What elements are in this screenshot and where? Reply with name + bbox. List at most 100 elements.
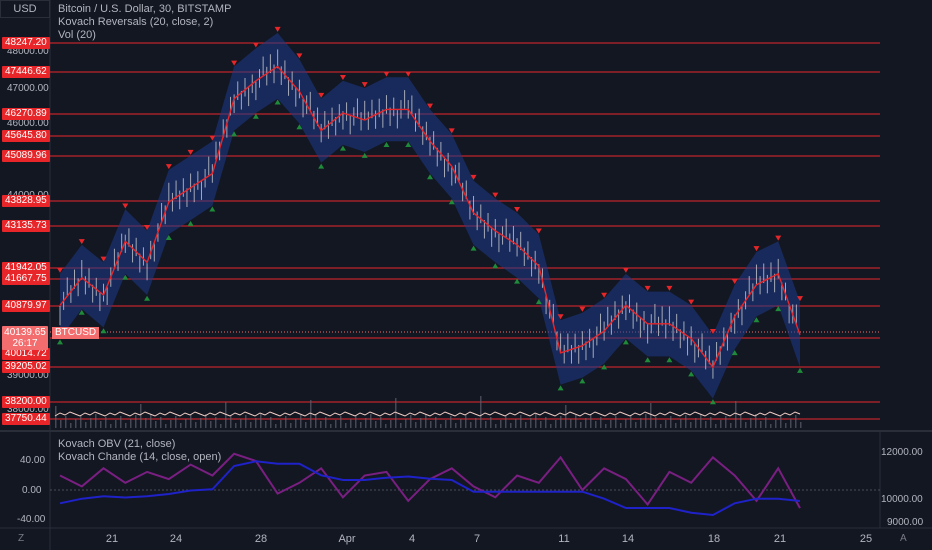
volume-bar	[520, 415, 522, 428]
chart-canvas[interactable]	[0, 0, 932, 550]
volume-bar	[365, 418, 367, 428]
volume-bar	[65, 416, 67, 428]
zoom-reset-button[interactable]: Z	[18, 533, 24, 544]
volume-bar	[265, 421, 267, 428]
volume-bar	[575, 415, 577, 428]
level-label: 39205.02	[2, 361, 50, 373]
volume-bar	[80, 415, 82, 428]
indicator-kovach-obv-label[interactable]: Kovach OBV (21, close)	[58, 438, 221, 451]
volume-bar	[650, 403, 652, 428]
volume-bar	[670, 416, 672, 428]
obv-tick-9000: 9000.00	[887, 517, 924, 528]
volume-bar	[585, 418, 587, 428]
volume-bar	[570, 419, 572, 428]
volume-bar	[360, 422, 362, 428]
volume-bar	[470, 422, 472, 428]
volume-bar	[420, 418, 422, 428]
volume-bar	[800, 422, 802, 428]
volume-bar	[535, 414, 537, 428]
volume-bar	[505, 416, 507, 428]
currency-unit-button[interactable]: USD	[0, 0, 50, 18]
auto-scale-button[interactable]: A	[900, 533, 907, 544]
chande-tick-0: 0.00	[22, 485, 42, 496]
volume-bar	[465, 415, 467, 428]
volume-bar	[150, 414, 152, 428]
volume-bar	[115, 420, 117, 428]
level-label: 43828.95	[2, 195, 50, 207]
indicator-kovach-chande-label[interactable]: Kovach Chande (14, close, open)	[58, 451, 221, 464]
volume-bar	[770, 424, 772, 428]
volume-bar	[635, 422, 637, 428]
volume-bar	[595, 421, 597, 428]
volume-bar	[70, 423, 72, 428]
volume-bar	[625, 419, 627, 428]
volume-bar	[100, 421, 102, 428]
volume-bar	[145, 418, 147, 428]
volume-bar	[325, 417, 327, 428]
volume-bar	[330, 424, 332, 428]
volume-bar	[220, 424, 222, 428]
volume-bar	[275, 424, 277, 428]
volume-bar	[285, 416, 287, 428]
volume-bar	[190, 415, 192, 428]
volume-bar	[230, 416, 232, 428]
volume-bar	[705, 421, 707, 428]
volume-bar	[545, 417, 547, 428]
level-label: 47446.62	[2, 66, 50, 78]
date-tick: 21	[105, 533, 119, 545]
volume-bar	[640, 418, 642, 428]
volume-bar	[750, 418, 752, 428]
volume-bar	[605, 424, 607, 428]
volume-bar	[200, 418, 202, 428]
date-tick: 28	[254, 533, 268, 545]
volume-bar	[495, 424, 497, 428]
volume-bar	[700, 414, 702, 428]
volume-bar	[675, 423, 677, 428]
volume-bar	[600, 417, 602, 428]
volume-bar	[580, 422, 582, 428]
volume-bar	[565, 405, 567, 428]
volume-bar	[785, 423, 787, 428]
volume-bar	[390, 420, 392, 428]
volume-bar	[590, 414, 592, 428]
volume-bar	[645, 414, 647, 428]
volume-bar	[350, 419, 352, 428]
volume-bar	[480, 396, 482, 428]
volume-bar	[500, 420, 502, 428]
level-label: 38200.00	[2, 396, 50, 408]
symbol-title[interactable]: Bitcoin / U.S. Dollar, 30, BITSTAMP	[58, 3, 231, 16]
indicator-volume-label[interactable]: Vol (20)	[58, 29, 231, 42]
volume-bar	[725, 416, 727, 428]
date-tick: 11	[558, 533, 570, 545]
volume-bar	[135, 415, 137, 428]
volume-bar	[290, 423, 292, 428]
volume-bar	[490, 417, 492, 428]
volume-bar	[455, 423, 457, 428]
volume-bar	[385, 424, 387, 428]
volume-bar	[695, 418, 697, 428]
chande-tick-minus40: -40.00	[17, 514, 46, 525]
date-tick: 21	[773, 533, 787, 545]
level-label: 48247.20	[2, 37, 50, 49]
symbol-tag: BTCUSD	[52, 327, 100, 339]
level-label: 46270.89	[2, 108, 50, 120]
indicator-kovach-reversals-label[interactable]: Kovach Reversals (20, close, 2)	[58, 16, 231, 29]
volume-bar	[165, 424, 167, 428]
volume-bar	[85, 422, 87, 428]
volume-bar	[320, 421, 322, 428]
volume-bar	[735, 401, 737, 428]
bar-countdown: 26:17	[12, 338, 38, 349]
volume-bar	[355, 415, 357, 428]
volume-bar	[280, 420, 282, 428]
volume-bar	[305, 422, 307, 428]
volume-bar	[375, 421, 377, 428]
date-tick: 24	[169, 533, 183, 545]
volume-bar	[90, 418, 92, 428]
volume-bar	[340, 416, 342, 428]
volume-bar	[410, 415, 412, 428]
level-label: 37750.44	[2, 413, 50, 425]
volume-bar	[690, 422, 692, 428]
volume-bar	[780, 416, 782, 428]
volume-bar	[380, 417, 382, 428]
volume-bar	[795, 415, 797, 428]
